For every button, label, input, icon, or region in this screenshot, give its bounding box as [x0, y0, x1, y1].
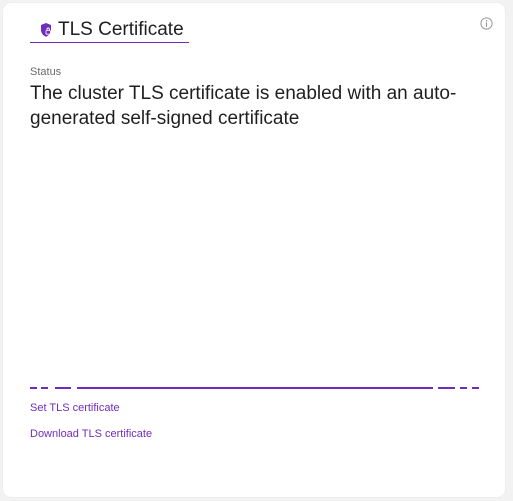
status-label: Status: [30, 66, 62, 78]
card-title-text: TLS Certificate: [58, 19, 184, 40]
divider: [30, 387, 479, 389]
tls-certificate-card: TLS Certificate Status The cluster TLS c…: [3, 3, 505, 497]
download-tls-certificate-link[interactable]: Download TLS certificate: [30, 428, 152, 441]
card-title: TLS Certificate: [30, 18, 189, 43]
shield-lock-icon: [36, 20, 56, 40]
status-text: The cluster TLS certificate is enabled w…: [30, 83, 457, 129]
info-icon[interactable]: [479, 16, 493, 30]
set-tls-certificate-link[interactable]: Set TLS certificate: [30, 402, 120, 415]
